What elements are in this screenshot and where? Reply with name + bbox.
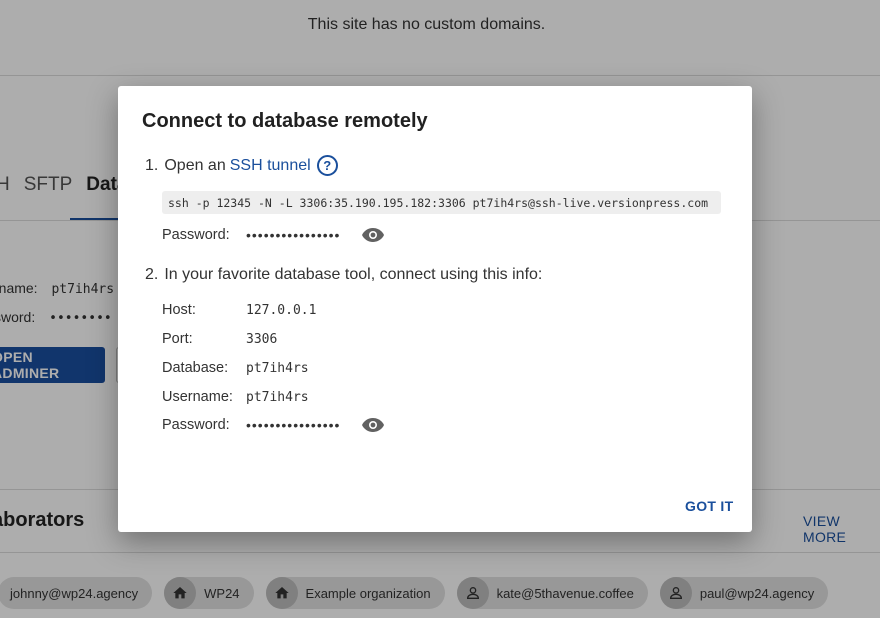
port-value[interactable]: 3306 xyxy=(246,332,277,347)
database-row: Database: pt7ih4rs xyxy=(162,358,309,378)
host-value[interactable]: 127.0.0.1 xyxy=(246,303,316,318)
port-label: Port: xyxy=(162,331,193,347)
eye-icon[interactable] xyxy=(360,415,386,435)
database-value[interactable]: pt7ih4rs xyxy=(246,361,309,376)
help-icon[interactable]: ? xyxy=(316,155,338,176)
step-text: Open an xyxy=(164,156,226,174)
password-label: Password: xyxy=(162,417,230,433)
host-row: Host: 127.0.0.1 xyxy=(162,300,316,320)
db-password-row: Password: •••••••••••••••• xyxy=(162,415,386,435)
password-value: •••••••••••••••• xyxy=(246,227,341,243)
step-1: 1. Open an SSH tunnel ? xyxy=(145,155,338,176)
username-label: Username: xyxy=(162,389,233,405)
got-it-button[interactable]: GOT IT xyxy=(685,498,733,514)
username-row: Username: pt7ih4rs xyxy=(162,387,309,407)
step-2: 2. In your favorite database tool, conne… xyxy=(145,266,542,284)
database-label: Database: xyxy=(162,360,229,376)
ssh-password-row: Password: •••••••••••••••• xyxy=(162,225,386,245)
password-value: •••••••••••••••• xyxy=(246,417,341,433)
dialog-title: Connect to database remotely xyxy=(142,110,428,132)
step-text: In your favorite database tool, connect … xyxy=(164,266,543,283)
password-label: Password: xyxy=(162,227,230,243)
eye-icon[interactable] xyxy=(360,225,386,245)
connect-database-dialog: Connect to database remotely 1. Open an … xyxy=(118,86,752,532)
ssh-command[interactable]: ssh -p 12345 -N -L 3306:35.190.195.182:3… xyxy=(162,191,721,214)
username-value[interactable]: pt7ih4rs xyxy=(246,390,309,405)
port-row: Port: 3306 xyxy=(162,329,277,349)
step-number: 1. xyxy=(145,156,159,174)
host-label: Host: xyxy=(162,302,196,318)
ssh-tunnel-link[interactable]: SSH tunnel xyxy=(230,157,311,175)
step-number: 2. xyxy=(145,266,159,283)
